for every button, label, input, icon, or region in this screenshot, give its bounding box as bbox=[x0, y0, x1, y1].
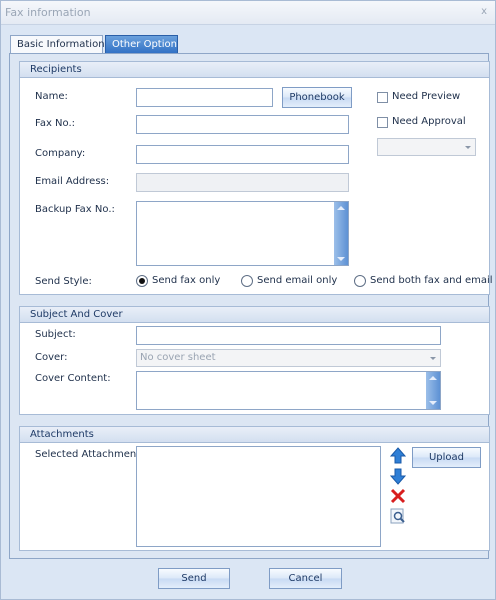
attachments-group-title: Attachments bbox=[20, 427, 489, 443]
move-up-icon[interactable] bbox=[389, 447, 407, 465]
selected-attachments-label: Selected Attachments: bbox=[35, 449, 149, 460]
window-title: Fax information bbox=[5, 6, 91, 19]
cover-content-scrollbar[interactable] bbox=[426, 372, 440, 409]
scroll-down-icon[interactable] bbox=[429, 401, 437, 405]
delete-icon[interactable] bbox=[389, 487, 407, 505]
send-both-radio[interactable] bbox=[354, 275, 366, 287]
email-address-input bbox=[136, 173, 349, 192]
chevron-down-icon bbox=[465, 146, 471, 149]
close-icon[interactable]: x bbox=[481, 6, 487, 17]
preview-icon[interactable] bbox=[389, 507, 407, 525]
cover-content-label: Cover Content: bbox=[35, 373, 111, 384]
fax-number-input[interactable] bbox=[136, 115, 349, 134]
chevron-down-icon bbox=[430, 357, 436, 360]
attachments-list[interactable] bbox=[136, 446, 381, 547]
tab-other-option[interactable]: Other Option bbox=[105, 35, 178, 54]
cover-content-textarea[interactable] bbox=[136, 371, 441, 410]
backup-fax-textarea[interactable] bbox=[136, 201, 349, 266]
send-button[interactable]: Send bbox=[158, 568, 230, 589]
send-email-only-radio[interactable] bbox=[241, 275, 253, 287]
scroll-up-icon[interactable] bbox=[429, 376, 437, 380]
tab-basic-information[interactable]: Basic Information bbox=[10, 35, 105, 54]
send-style-label: Send Style: bbox=[35, 276, 92, 287]
scroll-down-icon[interactable] bbox=[337, 257, 345, 261]
need-preview-label: Need Preview bbox=[392, 91, 461, 102]
recipients-group: Recipients Name: Phonebook Need Preview … bbox=[19, 61, 493, 295]
send-fax-only-radio[interactable] bbox=[136, 275, 148, 287]
name-label: Name: bbox=[35, 91, 68, 102]
subject-label: Subject: bbox=[35, 329, 76, 340]
scroll-up-icon[interactable] bbox=[337, 206, 345, 210]
cancel-button[interactable]: Cancel bbox=[269, 568, 342, 589]
upload-button[interactable]: Upload bbox=[412, 447, 481, 468]
email-address-label: Email Address: bbox=[35, 176, 110, 187]
attachments-group: Attachments Selected Attachments: Upload bbox=[19, 426, 490, 551]
need-approval-checkbox[interactable] bbox=[377, 117, 388, 128]
company-label: Company: bbox=[35, 148, 86, 159]
fax-information-window: Fax information x Basic Information Othe… bbox=[0, 0, 496, 600]
send-fax-only-label: Send fax only bbox=[152, 275, 221, 286]
tab-panel: Recipients Name: Phonebook Need Preview … bbox=[9, 53, 493, 559]
cover-select-value: No cover sheet bbox=[140, 352, 216, 363]
need-approval-label: Need Approval bbox=[392, 116, 466, 127]
recipients-group-title: Recipients bbox=[20, 62, 489, 78]
move-down-icon[interactable] bbox=[389, 467, 407, 485]
backup-fax-scrollbar[interactable] bbox=[334, 202, 348, 265]
phonebook-button[interactable]: Phonebook bbox=[282, 87, 352, 108]
send-email-only-label: Send email only bbox=[257, 275, 338, 286]
fax-number-label: Fax No.: bbox=[35, 118, 76, 129]
subject-cover-group-title: Subject And Cover bbox=[20, 307, 489, 323]
subject-cover-group: Subject And Cover Subject: Cover: No cov… bbox=[19, 306, 490, 415]
name-input[interactable] bbox=[136, 88, 273, 107]
approval-select[interactable] bbox=[377, 138, 476, 156]
company-input[interactable] bbox=[136, 145, 349, 164]
cover-label: Cover: bbox=[35, 352, 68, 363]
cover-select[interactable]: No cover sheet bbox=[136, 349, 441, 367]
title-bar: Fax information x bbox=[1, 1, 495, 25]
send-both-label: Send both fax and email bbox=[370, 275, 493, 286]
backup-fax-label: Backup Fax No.: bbox=[35, 204, 115, 215]
need-preview-checkbox[interactable] bbox=[377, 92, 388, 103]
subject-input[interactable] bbox=[136, 326, 441, 345]
